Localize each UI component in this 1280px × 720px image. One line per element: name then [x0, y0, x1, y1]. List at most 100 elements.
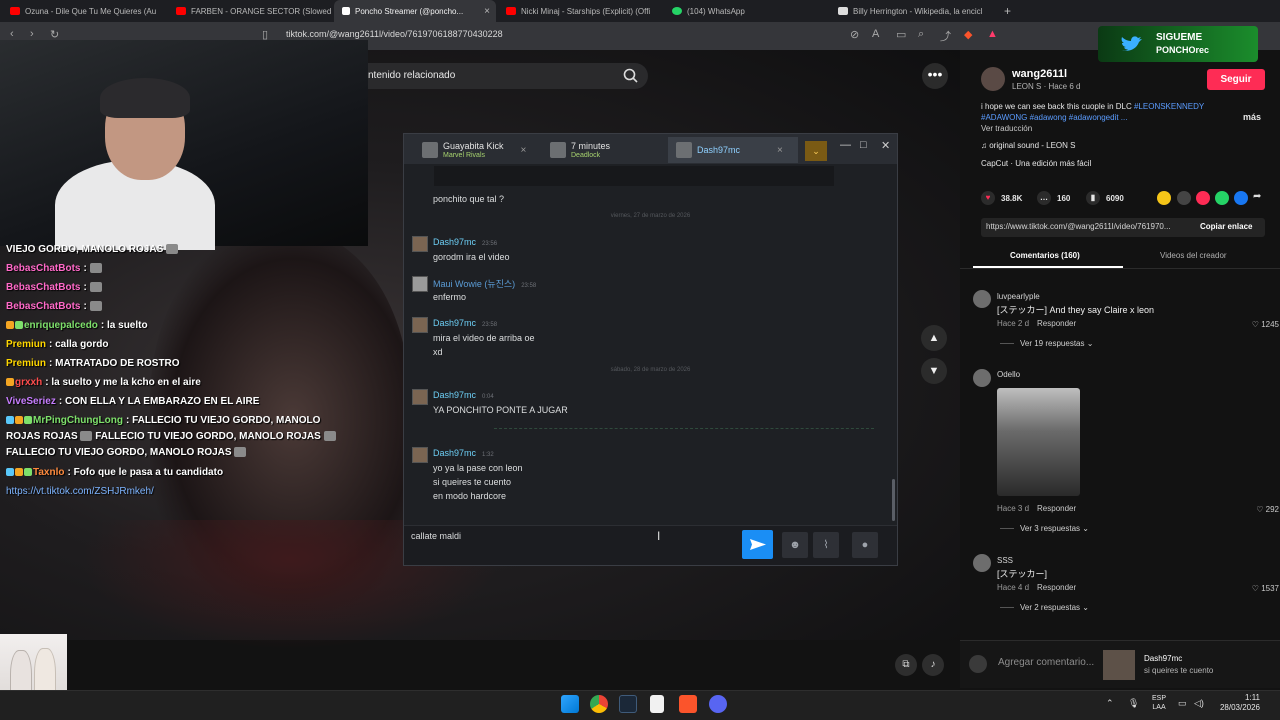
close-tab-icon[interactable]: × [521, 145, 527, 156]
save-button[interactable]: ▮ 6090 [1086, 191, 1124, 205]
screenshot-icon[interactable]: ▭ [896, 28, 906, 41]
more-link[interactable]: más [1243, 112, 1261, 122]
notepad-icon[interactable] [650, 695, 664, 713]
like-button[interactable]: ♥ 38.8K [981, 191, 1022, 205]
steam-icon[interactable] [619, 695, 637, 713]
url-field[interactable]: tiktok.com/@wang2611l/video/761970618877… [286, 29, 503, 39]
share-coin-icon[interactable] [1157, 191, 1171, 205]
forward-icon[interactable]: › [30, 28, 34, 40]
volume-icon[interactable]: ♪ [922, 654, 944, 676]
message-author[interactable]: Maui Wowie (뉴진스) [433, 279, 515, 289]
translate-icon[interactable]: A [872, 28, 879, 40]
message-input[interactable]: callate maldi [411, 531, 461, 541]
message-author[interactable]: Dash97mc [433, 237, 476, 247]
chat-dropdown-button[interactable]: ⌄ [805, 141, 827, 161]
browser-tab-4[interactable]: Nicki Minaj - Starships (Explicit) (Offi [498, 0, 662, 22]
tray-expand-icon[interactable]: ⌃ [1106, 698, 1114, 709]
network-icon[interactable]: ▭ [1178, 698, 1187, 709]
message-author[interactable]: Dash97mc [433, 448, 476, 458]
emoticon-button[interactable]: ☻ [782, 532, 808, 558]
next-video-button[interactable]: ▼ [921, 358, 947, 384]
whatsapp-share-icon[interactable] [1215, 191, 1229, 205]
view-replies-button[interactable]: Ver 2 respuestas ⌄ [1000, 603, 1089, 612]
comment-like[interactable]: ♡ 292 [1256, 505, 1279, 514]
pip-icon[interactable]: ⧉ [895, 654, 917, 676]
windows-start-icon[interactable] [561, 695, 579, 713]
rewards-icon[interactable]: ▲ [987, 28, 998, 40]
translate-link[interactable]: Ver traducción [981, 124, 1032, 133]
zoom-icon[interactable]: ⌕ [918, 28, 924, 41]
clock[interactable]: 1:11 28/03/2026 [1218, 693, 1260, 713]
author-name[interactable]: wang2611l [1012, 68, 1067, 80]
author-avatar[interactable] [981, 67, 1005, 91]
view-replies-button[interactable]: Ver 3 respuestas ⌄ [1000, 524, 1089, 533]
video-link[interactable]: https://www.tiktok.com/@wang2611l/video/… [986, 222, 1171, 231]
comment-button[interactable]: … 160 [1037, 191, 1070, 205]
voice-icon[interactable]: ● [852, 532, 878, 558]
notification-title[interactable]: Dash97mc [1144, 654, 1182, 663]
volume-tray-icon[interactable]: ◁) [1194, 698, 1204, 709]
browser-tab-5[interactable]: (104) WhatsApp [664, 0, 828, 22]
chat-message: Premiun: calla gordo [6, 335, 336, 354]
reply-button[interactable]: Responder [1037, 319, 1076, 328]
steam-tab-dash97mc[interactable]: Dash97mc × [668, 137, 798, 163]
embed-icon[interactable] [1177, 191, 1191, 205]
chat-scrollbar[interactable] [892, 479, 895, 521]
tab-label: Ozuna - Dile Que Tu Me Quieres (Au [25, 6, 157, 16]
tab-comments[interactable]: Comentarios (160) [1010, 251, 1080, 260]
chrome-icon[interactable] [590, 695, 608, 713]
avatar[interactable] [973, 554, 991, 572]
browser-tab-6[interactable]: Billy Herrington - Wikipedia, la encicl [830, 0, 994, 22]
share-icon[interactable]: ⤴ [940, 28, 951, 44]
follow-button[interactable]: Seguir [1207, 69, 1265, 90]
browser-tab-2[interactable]: FARBEN - ORANGE SECTOR (Slowed [168, 0, 332, 22]
previous-video-button[interactable]: ▲ [921, 325, 947, 351]
send-friends-icon[interactable] [1196, 191, 1210, 205]
minimize-button[interactable]: — [840, 139, 851, 151]
close-tab-icon[interactable]: × [777, 145, 783, 156]
badge-icon [15, 321, 23, 330]
reply-button[interactable]: Responder [1037, 504, 1076, 513]
more-options-button[interactable]: ••• [922, 63, 948, 89]
copy-link-button[interactable]: Copiar enlace [1200, 222, 1252, 231]
attach-icon[interactable]: ⌇ [813, 532, 839, 558]
tab-creator-videos[interactable]: Videos del creador [1160, 251, 1227, 260]
view-replies-button[interactable]: Ver 19 respuestas ⌄ [1000, 339, 1093, 348]
no-tracking-icon[interactable]: ⊘ [850, 28, 859, 41]
steam-tab-7minutes[interactable]: 7 minutes Deadlock [542, 137, 668, 163]
search-icon[interactable] [622, 67, 640, 85]
close-tab-icon[interactable]: × [484, 6, 490, 17]
taskbar [0, 690, 1280, 720]
new-tab-button[interactable]: + [996, 0, 1016, 22]
brave-icon[interactable] [679, 695, 697, 713]
comment-like[interactable]: ♡ 1537 [1252, 584, 1279, 593]
language-indicator[interactable]: ESP LAA [1152, 694, 1166, 712]
capcut-link[interactable]: CapCut · Una edición más fácil [981, 159, 1091, 168]
avatar[interactable] [973, 290, 991, 308]
facebook-share-icon[interactable] [1234, 191, 1248, 205]
steam-tab-guayabita[interactable]: Guayabita Kick Marvel Rivals × [414, 137, 544, 163]
send-button[interactable] [742, 530, 773, 559]
chat-link[interactable]: https://vt.tiktok.com/ZSHJRmkeh/ [6, 486, 154, 497]
message-author[interactable]: Dash97mc [433, 390, 476, 400]
discord-icon[interactable] [709, 695, 727, 713]
message-author[interactable]: Dash97mc [433, 318, 476, 328]
microphone-icon[interactable]: 🎙 [1128, 698, 1139, 709]
browser-tab-3[interactable]: Poncho Streamer (@poncho... × [334, 0, 496, 22]
back-icon[interactable]: ‹ [10, 28, 14, 40]
browser-tab-1[interactable]: Ozuna - Dile Que Tu Me Quieres (Au [2, 0, 166, 22]
comment-input[interactable]: Agregar comentario... [998, 657, 1094, 668]
close-window-button[interactable]: ✕ [881, 139, 890, 152]
reply-button[interactable]: Responder [1037, 583, 1076, 592]
comment-username[interactable]: SSS [997, 556, 1013, 565]
maximize-button[interactable]: □ [860, 139, 867, 151]
avatar[interactable] [973, 369, 991, 387]
more-share-icon[interactable]: ➦ [1253, 191, 1267, 205]
sound-link[interactable]: ♫ original sound - LEON S [981, 141, 1076, 150]
comment-username[interactable]: Odello [997, 370, 1020, 379]
comment-username[interactable]: luvpearlyple [997, 292, 1040, 301]
comment-like[interactable]: ♡ 1245 [1252, 320, 1279, 329]
brave-shield-icon[interactable]: ◆ [964, 28, 972, 41]
steam-chat-window[interactable]: Guayabita Kick Marvel Rivals × 7 minutes De… [403, 133, 898, 566]
badge-icon [6, 321, 14, 330]
